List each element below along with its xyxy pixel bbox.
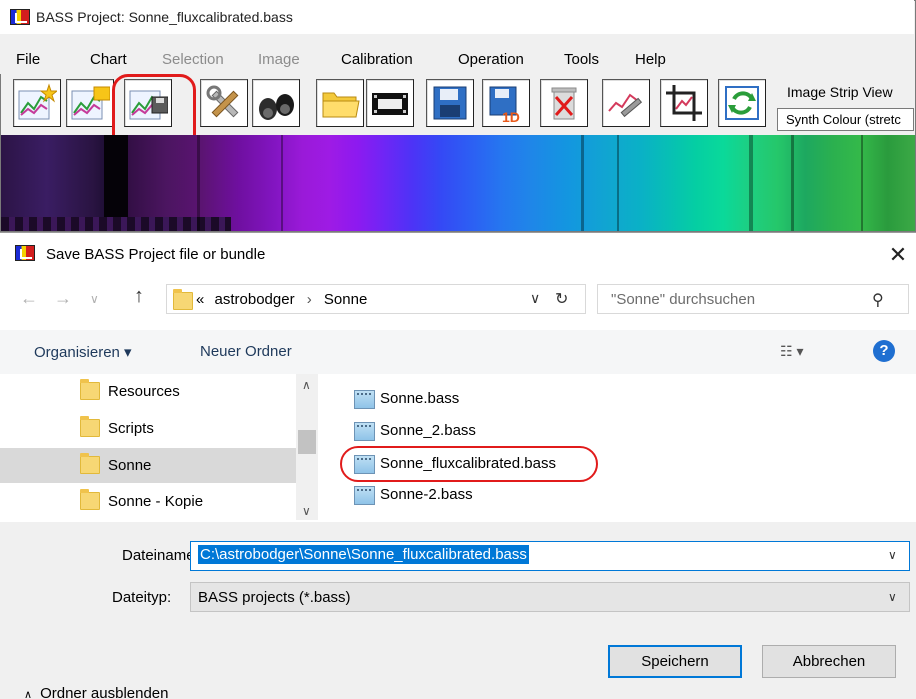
cancel-button[interactable]: Abbrechen: [762, 645, 896, 678]
filmstrip-icon: [372, 93, 408, 115]
crop-icon: [666, 85, 702, 121]
calibration-button[interactable]: [602, 79, 650, 127]
menu-help[interactable]: Help: [635, 51, 666, 68]
filmstrip-button[interactable]: [366, 79, 414, 127]
spectrum-image-strip: [1, 135, 915, 231]
menu-operation[interactable]: Operation: [458, 51, 524, 68]
address-folder-icon: [173, 289, 193, 310]
new-chart-button[interactable]: [13, 79, 61, 127]
forward-arrow-icon[interactable]: →: [54, 288, 72, 309]
recent-locations-chevron-icon[interactable]: ∨: [90, 292, 99, 306]
bass-file-icon: [354, 390, 375, 409]
filetype-dropdown-chevron-icon[interactable]: ∨: [888, 590, 897, 604]
refresh-address-icon[interactable]: ↻: [555, 289, 568, 309]
bass-file-icon: [354, 422, 375, 441]
settings-tools-icon: [206, 85, 239, 118]
dialog-title: Save BASS Project file or bundle: [46, 246, 266, 263]
breadcrumb-item-sonne[interactable]: Sonne: [324, 291, 367, 308]
delete-button[interactable]: [540, 79, 588, 127]
view-options-icon[interactable]: ☷ ▾: [780, 343, 803, 360]
menu-file[interactable]: File: [16, 51, 40, 68]
dialog-app-logo-icon: [15, 245, 35, 261]
dialog-close-button[interactable]: ✕: [886, 242, 910, 268]
organize-button[interactable]: Organisieren ▾: [34, 343, 132, 361]
nav-item-label: Sonne - Kopie: [108, 493, 204, 510]
refresh-icon: [725, 86, 759, 120]
nav-scrollbar-thumb[interactable]: [298, 430, 316, 454]
file-item-sonne-dash-2-bass[interactable]: Sonne-2.bass: [350, 482, 550, 508]
new-folder-button[interactable]: Neuer Ordner: [200, 343, 292, 360]
save-button[interactable]: Speichern: [608, 645, 742, 678]
filetype-selected-value[interactable]: BASS projects (*.bass): [198, 589, 351, 606]
breadcrumb[interactable]: « astrobodger › Sonne: [196, 291, 367, 308]
open-folder-icon: [322, 92, 360, 118]
image-strip-view-label: Image Strip View: [787, 84, 893, 100]
menu-tools[interactable]: Tools: [564, 51, 599, 68]
search-icon[interactable]: ⚲: [872, 290, 884, 310]
refresh-button[interactable]: [718, 79, 766, 127]
image-strip-view-select[interactable]: Synth Colour (stretc: [777, 108, 914, 131]
folder-icon: [80, 489, 100, 510]
delete-trash-icon: [551, 87, 577, 120]
breadcrumb-separator: ›: [306, 291, 312, 308]
nav-item-label: Resources: [108, 383, 180, 400]
hide-folders-label: Ordner ausblenden: [40, 685, 169, 699]
file-item-sonne-2-bass[interactable]: Sonne_2.bass: [350, 418, 550, 444]
bass-file-icon: [354, 486, 375, 505]
filename-input-value[interactable]: C:\astrobodger\Sonne\Sonne_fluxcalibrate…: [198, 545, 529, 564]
hide-folders-toggle[interactable]: ∧ Ordner ausblenden: [24, 685, 169, 699]
settings-tools-button[interactable]: [200, 79, 248, 127]
binoculars-icon: [259, 94, 294, 120]
menu-calibration[interactable]: Calibration: [341, 51, 413, 68]
bass-window-title: BASS Project: Sonne_fluxcalibrated.bass: [36, 9, 293, 25]
help-icon[interactable]: ?: [873, 340, 895, 362]
folder-icon: [80, 379, 100, 400]
open-chart-button[interactable]: [66, 79, 114, 127]
nav-item-resources[interactable]: Resources: [0, 374, 296, 409]
search-input[interactable]: "Sonne" durchsuchen: [611, 291, 755, 308]
menu-selection[interactable]: Selection: [162, 51, 224, 68]
file-item-label: Sonne.bass: [380, 390, 460, 407]
back-arrow-icon[interactable]: ←: [20, 288, 38, 309]
open-chart-icon: [71, 86, 110, 120]
nav-item-scripts[interactable]: Scripts: [0, 411, 296, 446]
breadcrumb-item-astrobodger[interactable]: astrobodger: [215, 291, 295, 308]
breadcrumb-overflow[interactable]: «: [196, 291, 204, 308]
save-disk-icon: [433, 86, 467, 120]
up-folder-arrow-icon[interactable]: ↑: [134, 285, 144, 308]
filename-dropdown-chevron-icon[interactable]: ∨: [888, 548, 897, 562]
nav-item-label: Scripts: [108, 420, 154, 437]
file-highlight-ring: [340, 446, 598, 482]
binoculars-button[interactable]: [252, 79, 300, 127]
menu-chart[interactable]: Chart: [90, 51, 127, 68]
bass-app-logo-icon: [10, 9, 30, 25]
nav-item-sonne-kopie[interactable]: Sonne - Kopie: [0, 484, 296, 519]
address-dropdown-chevron-icon[interactable]: ∨: [530, 290, 540, 307]
folder-icon: [80, 416, 100, 437]
filename-label: Dateiname:: [122, 547, 199, 564]
new-chart-icon: [18, 83, 57, 120]
svg-text:1D: 1D: [502, 109, 520, 123]
calibration-icon: [608, 93, 643, 118]
navigation-pane: Resources Scripts Sonne Sonne - Kopie: [0, 374, 318, 520]
file-item-sonne-bass[interactable]: Sonne.bass: [350, 386, 550, 412]
save-1d-button[interactable]: 1D: [482, 79, 530, 127]
folder-icon: [80, 453, 100, 474]
open-folder-button[interactable]: [316, 79, 364, 127]
nav-item-label: Sonne: [108, 457, 152, 474]
file-item-label: Sonne-2.bass: [380, 486, 473, 503]
menu-image[interactable]: Image: [258, 51, 300, 68]
file-item-label: Sonne_2.bass: [380, 422, 476, 439]
scroll-down-chevron-icon[interactable]: ∨: [302, 504, 311, 518]
save-disk-button[interactable]: [426, 79, 474, 127]
crop-button[interactable]: [660, 79, 708, 127]
nav-item-sonne[interactable]: Sonne: [0, 448, 296, 483]
scroll-up-chevron-icon[interactable]: ∧: [302, 378, 311, 392]
bass-menubar: [0, 34, 914, 74]
command-bar: [0, 330, 916, 374]
chevron-up-icon: ∧: [24, 689, 33, 699]
filetype-label: Dateityp:: [112, 589, 172, 606]
save-1d-icon: 1D: [489, 86, 520, 123]
